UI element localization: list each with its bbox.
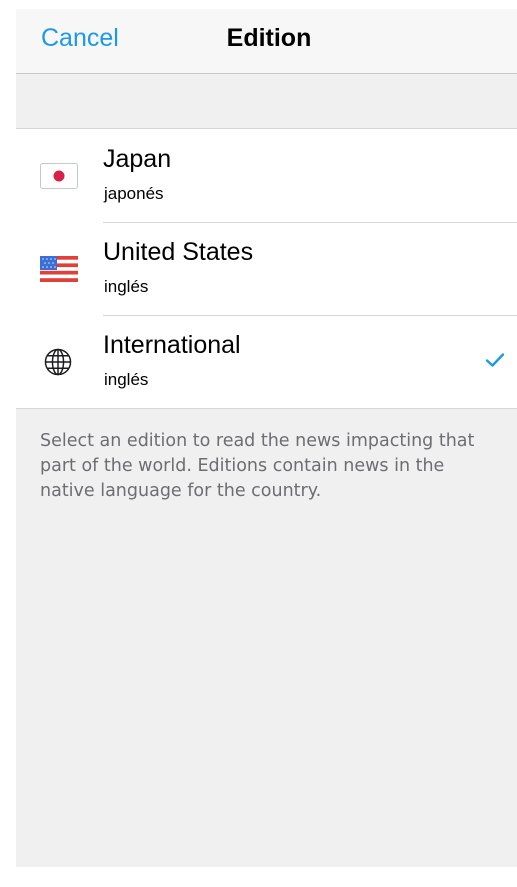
edition-description-text: Select an edition to read the news impac…: [40, 431, 475, 501]
edition-screen: Cancel Edition Japan japonés United Stat…: [16, 9, 517, 867]
edition-language: japonés: [104, 184, 164, 203]
edition-language: inglés: [104, 277, 149, 296]
edition-name: Japan: [103, 145, 172, 173]
edition-list: Japan japonés United States inglés Inter…: [16, 129, 517, 409]
edition-language: inglés: [104, 370, 149, 389]
edition-row-japan[interactable]: Japan japonés: [16, 129, 517, 222]
section-header-spacer: [16, 74, 517, 129]
page-title: Edition: [226, 24, 312, 52]
navigation-bar: Cancel Edition: [16, 9, 517, 74]
us-flag-icon: [40, 256, 78, 282]
globe-icon: [44, 348, 72, 376]
checkmark-icon: [485, 353, 505, 367]
edition-row-united-states[interactable]: United States inglés: [16, 222, 517, 315]
edition-row-international[interactable]: International inglés: [16, 315, 517, 408]
japan-flag-icon: [40, 163, 78, 189]
edition-name: International: [103, 331, 241, 359]
edition-name: United States: [103, 238, 254, 266]
